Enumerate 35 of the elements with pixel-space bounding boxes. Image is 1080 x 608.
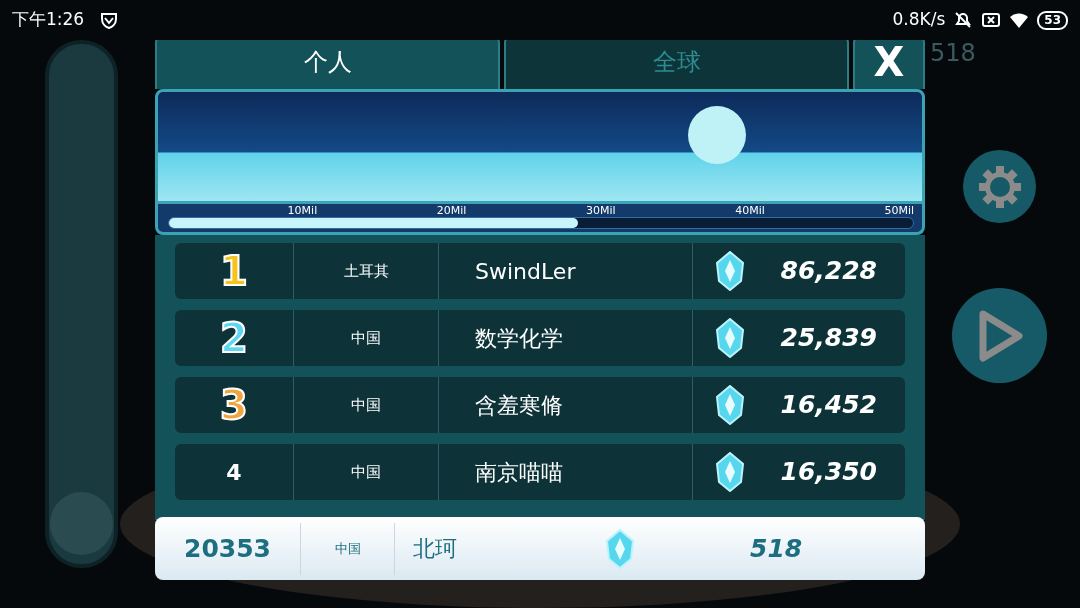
leaderboard-row[interactable]: 4 中国 南京喵喵 16,350 xyxy=(175,444,905,500)
score-value: 518 xyxy=(750,532,803,565)
player-name: 北珂 xyxy=(412,535,458,563)
network-speed: 0.8K/s xyxy=(892,8,946,32)
tick-label: 30Mil xyxy=(585,204,616,217)
tick-label: 10Mil xyxy=(286,204,318,217)
rank-medal: 1 xyxy=(220,248,248,294)
tick-label: 40Mil xyxy=(734,204,765,217)
player-name: 南京喵喵 xyxy=(438,444,693,500)
tick-label: 20Mil xyxy=(435,204,467,217)
leaderboard-row[interactable]: 1 土耳其 SwindLer 86,228 xyxy=(175,243,905,299)
leaderboard-row[interactable]: 2 中国 数学化学 25,839 xyxy=(175,310,905,366)
country-label: 土耳其 xyxy=(293,243,438,299)
player-name: 数学化学 xyxy=(438,310,693,366)
tab[interactable]: 个人 xyxy=(155,40,500,89)
country-label: 中国 xyxy=(293,444,438,500)
player-name: SwindLer xyxy=(438,243,693,299)
rank-medal: 3 xyxy=(220,382,248,428)
rank-medal: 2 xyxy=(220,315,248,361)
score-value: 16,350 xyxy=(780,456,877,489)
country-label: 中国 xyxy=(293,377,438,433)
status-time: 下午1:26 xyxy=(12,8,85,32)
country-label: 中国 xyxy=(300,522,395,575)
score-value: 25,839 xyxy=(780,322,877,355)
battery-indicator: 53 xyxy=(1037,10,1068,30)
leaderboard-row[interactable]: 3 中国 含羞寒脩 16,452 xyxy=(175,377,905,433)
tick-label: 50Mil xyxy=(883,204,914,217)
score-value: 86,228 xyxy=(780,255,877,288)
player-name: 含羞寒脩 xyxy=(438,377,693,433)
close-button[interactable]: X xyxy=(853,40,925,89)
country-label: 中国 xyxy=(293,310,438,366)
score-value: 16,452 xyxy=(780,389,877,422)
rank-number: 4 xyxy=(226,459,242,485)
rank-number: 20353 xyxy=(183,532,272,565)
currency-amount: 518 xyxy=(930,40,976,69)
